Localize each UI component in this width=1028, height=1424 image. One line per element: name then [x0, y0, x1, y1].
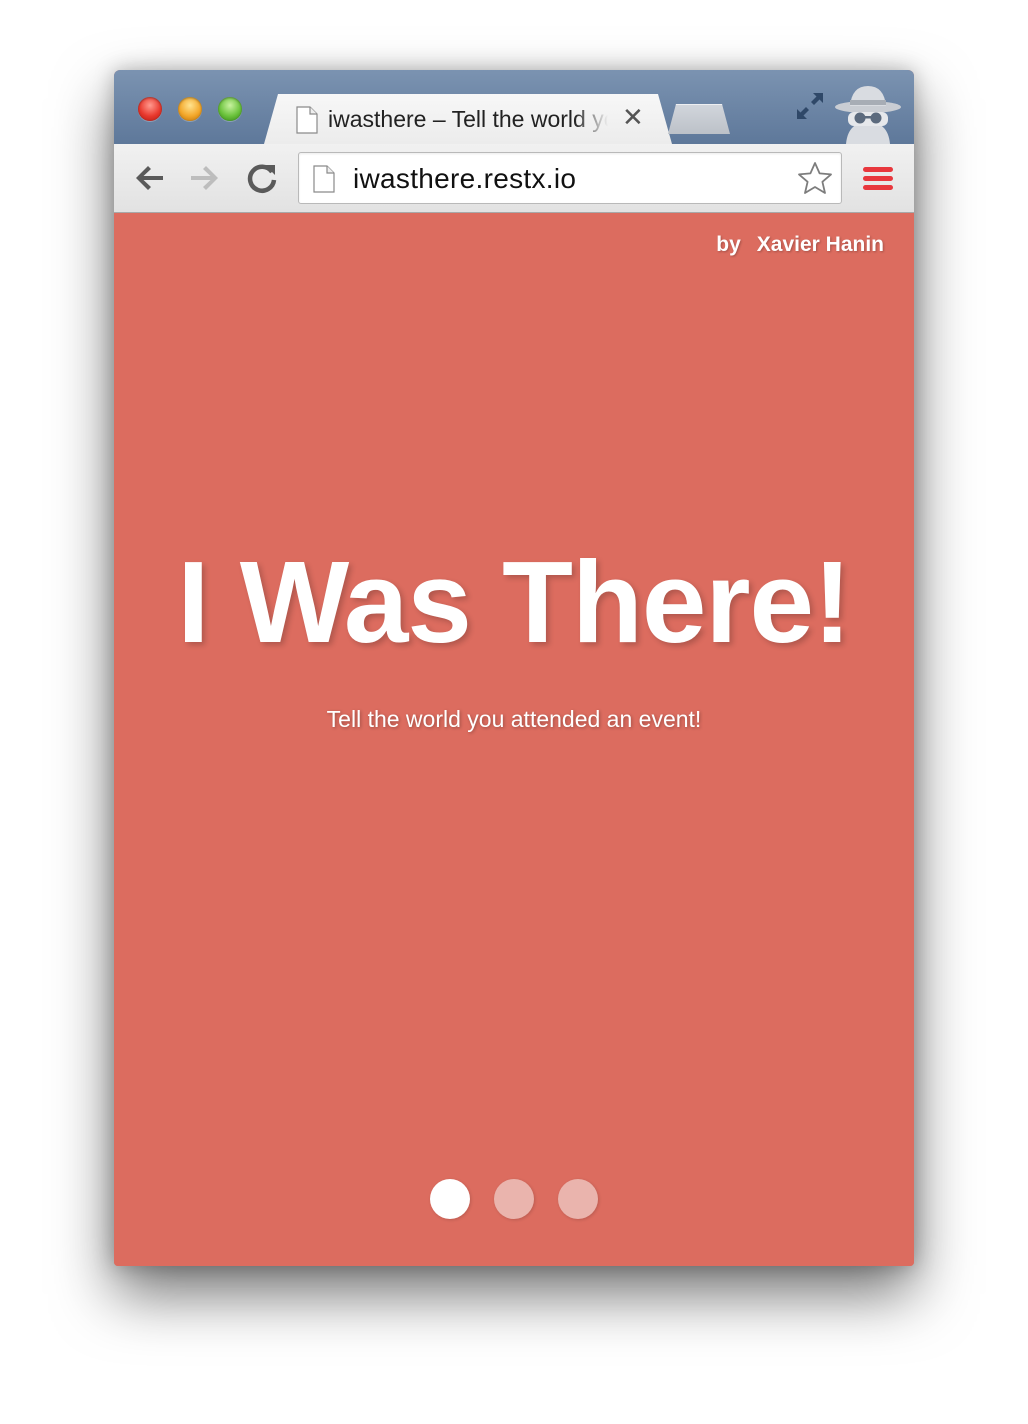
carousel-dot-1[interactable] — [430, 1179, 470, 1219]
screenshot-stage: iwasthere – Tell the world you attended … — [0, 0, 1028, 1424]
forward-arrow-icon[interactable] — [188, 162, 222, 199]
byline: by Xavier Hanin — [716, 233, 884, 257]
url-text[interactable]: iwasthere.restx.io — [353, 163, 576, 195]
tab-title: iwasthere – Tell the world you attended … — [328, 106, 604, 132]
menu-icon[interactable] — [862, 166, 894, 197]
fullscreen-icon[interactable] — [794, 90, 826, 127]
carousel-dot-2[interactable] — [494, 1179, 534, 1219]
byline-prefix: by — [716, 233, 741, 256]
back-arrow-icon[interactable] — [132, 162, 166, 199]
page-icon — [313, 165, 335, 198]
window-minimize-icon[interactable] — [178, 97, 202, 121]
tab-close-icon[interactable]: ✕ — [622, 102, 644, 132]
carousel-dot-3[interactable] — [558, 1179, 598, 1219]
bookmark-star-icon[interactable] — [797, 161, 833, 200]
tab-page-icon — [296, 106, 318, 139]
window-zoom-icon[interactable] — [218, 97, 242, 121]
carousel-dots — [430, 1179, 602, 1221]
author-link[interactable]: Xavier Hanin — [757, 233, 884, 256]
browser-toolbar: iwasthere.restx.io — [114, 144, 914, 213]
tab-active[interactable]: iwasthere – Tell the world you attended … — [264, 94, 672, 144]
page-subtitle: Tell the world you attended an event! — [326, 706, 702, 732]
page-content: by Xavier Hanin I Was There! Tell the wor… — [114, 213, 914, 1266]
window-close-icon[interactable] — [138, 97, 162, 121]
page-title: I Was There! — [177, 537, 851, 667]
tab-strip: iwasthere – Tell the world you attended … — [114, 70, 914, 144]
new-tab-button[interactable] — [668, 104, 730, 134]
incognito-icon — [832, 82, 904, 149]
reload-icon[interactable] — [246, 162, 278, 199]
address-bar[interactable]: iwasthere.restx.io — [298, 152, 842, 204]
browser-window: iwasthere – Tell the world you attended … — [114, 70, 914, 1266]
